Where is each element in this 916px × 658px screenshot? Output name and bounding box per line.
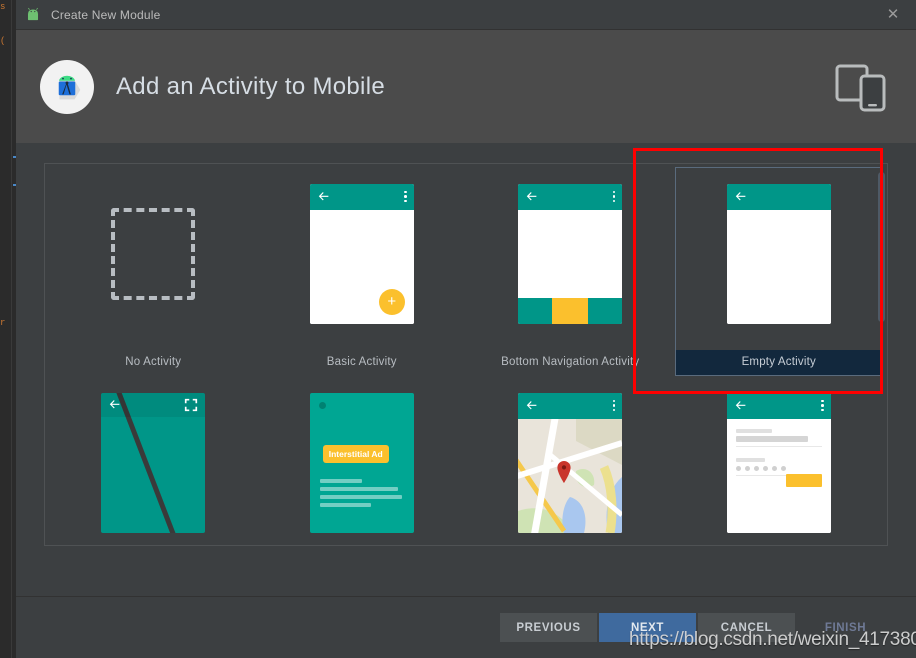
activity-template-grid-panel: No Activity (44, 163, 888, 546)
grid-scrollbar-thumb[interactable] (878, 172, 885, 322)
app-bar (727, 184, 831, 210)
editor-code-fragment-1: s (0, 2, 5, 12)
finish-button-label: FINISH (825, 622, 866, 634)
template-card-login-activity[interactable]: Login Activity (675, 376, 884, 546)
grid-scrollbar[interactable] (877, 166, 886, 543)
bottom-nav-item-right (588, 298, 622, 324)
template-label-selected: Empty Activity (676, 350, 883, 375)
thumbnail-admob-activity: Interstitial Ad (310, 383, 414, 542)
android-robot-icon (24, 6, 42, 24)
overflow-menu-icon (404, 191, 407, 203)
map-canvas (518, 419, 622, 533)
overflow-menu-icon (613, 400, 616, 412)
bottom-nav-item-left (518, 298, 552, 324)
editor-gutter-line (11, 0, 12, 658)
tablet-phone-icon (834, 61, 888, 113)
arrow-back-icon (734, 399, 747, 412)
editor-code-fragment-3: r (0, 318, 5, 328)
template-card-fullscreen-activity[interactable]: Fullscreen Activity (49, 376, 258, 546)
cancel-button-label: CANCEL (721, 622, 773, 634)
bottom-navigation-bar (518, 298, 622, 324)
thumbnail-login-activity (727, 383, 831, 542)
thumbnail-empty-activity (727, 174, 831, 333)
template-card-google-maps-activity[interactable]: Google Maps Activity (466, 376, 675, 546)
dialog-header: Add an Activity to Mobile (16, 30, 916, 143)
template-card-basic-activity[interactable]: + Basic Activity (258, 167, 467, 376)
content-area (727, 210, 831, 324)
map-pin-icon (556, 461, 572, 483)
arrow-back-icon (525, 399, 538, 412)
finish-button: FINISH (797, 613, 894, 642)
thumbnail-bottom-navigation-activity (518, 174, 622, 333)
login-form-area (727, 419, 831, 533)
thumbnail-no-activity (111, 174, 195, 333)
phone-mock (101, 393, 205, 533)
template-card-google-admob-ads-activity[interactable]: Interstitial Ad Google AdMob Ads Activit… (258, 376, 467, 546)
arrow-back-icon (525, 190, 538, 203)
thumbnail-maps-activity (518, 383, 622, 542)
ide-editor-backdrop: s ( r (0, 0, 16, 658)
placeholder-line (320, 487, 399, 491)
phone-mock: + (310, 184, 414, 324)
app-bar (518, 184, 622, 210)
phone-mock: Interstitial Ad (310, 393, 414, 533)
app-bar (518, 393, 622, 419)
thumbnail-basic-activity: + (310, 174, 414, 333)
template-label: Bottom Navigation Activity (467, 350, 674, 375)
password-dots (736, 466, 822, 471)
email-field-value-placeholder (736, 436, 808, 442)
dialog-titlebar[interactable]: Create New Module ✕ (16, 0, 916, 29)
template-card-bottom-navigation-activity[interactable]: Bottom Navigation Activity (466, 167, 675, 376)
email-field-label-placeholder (736, 429, 772, 433)
placeholder-line (320, 495, 402, 499)
placeholder-line (320, 503, 371, 507)
app-bar (101, 393, 205, 417)
next-button-label: NEXT (631, 622, 664, 634)
previous-button-label: PREVIOUS (516, 622, 580, 634)
interstitial-ad-badge: Interstitial Ad (323, 445, 389, 463)
next-button[interactable]: NEXT (599, 613, 696, 642)
content-area: + (310, 210, 414, 324)
template-card-no-activity[interactable]: No Activity (49, 167, 258, 376)
activity-template-grid: No Activity (45, 164, 887, 546)
status-dot-icon (319, 402, 326, 409)
template-card-empty-activity[interactable]: Empty Activity (675, 167, 884, 376)
dialog-title-text: Create New Module (51, 8, 160, 22)
arrow-back-icon (108, 398, 121, 411)
page-title: Add an Activity to Mobile (116, 73, 385, 101)
arrow-back-icon (317, 190, 330, 203)
bottom-nav-item-center (552, 298, 588, 324)
android-studio-logo-icon (40, 60, 94, 114)
phone-mock (518, 393, 622, 533)
field-underline (736, 446, 822, 447)
content-area (518, 210, 622, 298)
app-bar (727, 393, 831, 419)
close-icon[interactable]: ✕ (870, 0, 916, 29)
dashed-placeholder-icon (111, 208, 195, 300)
floating-action-button-icon: + (379, 289, 405, 315)
content-placeholder-lines (320, 479, 402, 511)
template-chooser-body: No Activity (16, 143, 916, 596)
dialog-footer: PREVIOUS NEXT CANCEL FINISH (16, 597, 916, 658)
password-field-label-placeholder (736, 458, 765, 462)
template-label: Basic Activity (259, 350, 466, 375)
sign-in-button-placeholder (786, 474, 822, 487)
phone-mock (727, 393, 831, 533)
placeholder-line (320, 479, 363, 483)
thumbnail-fullscreen-activity (101, 383, 205, 542)
phone-mock (727, 184, 831, 324)
overflow-menu-icon (613, 191, 616, 203)
arrow-back-icon (734, 190, 747, 203)
overflow-menu-icon (821, 400, 824, 412)
screen-root: s ( r Create New Module ✕ (0, 0, 916, 658)
create-new-module-dialog: Create New Module ✕ Add an Activity to M… (16, 0, 916, 658)
phone-mock (518, 184, 622, 324)
previous-button[interactable]: PREVIOUS (500, 613, 597, 642)
template-label: No Activity (50, 350, 257, 375)
app-bar (310, 184, 414, 210)
editor-code-fragment-2: ( (0, 36, 5, 46)
cancel-button[interactable]: CANCEL (698, 613, 795, 642)
fullscreen-expand-icon (184, 398, 198, 412)
